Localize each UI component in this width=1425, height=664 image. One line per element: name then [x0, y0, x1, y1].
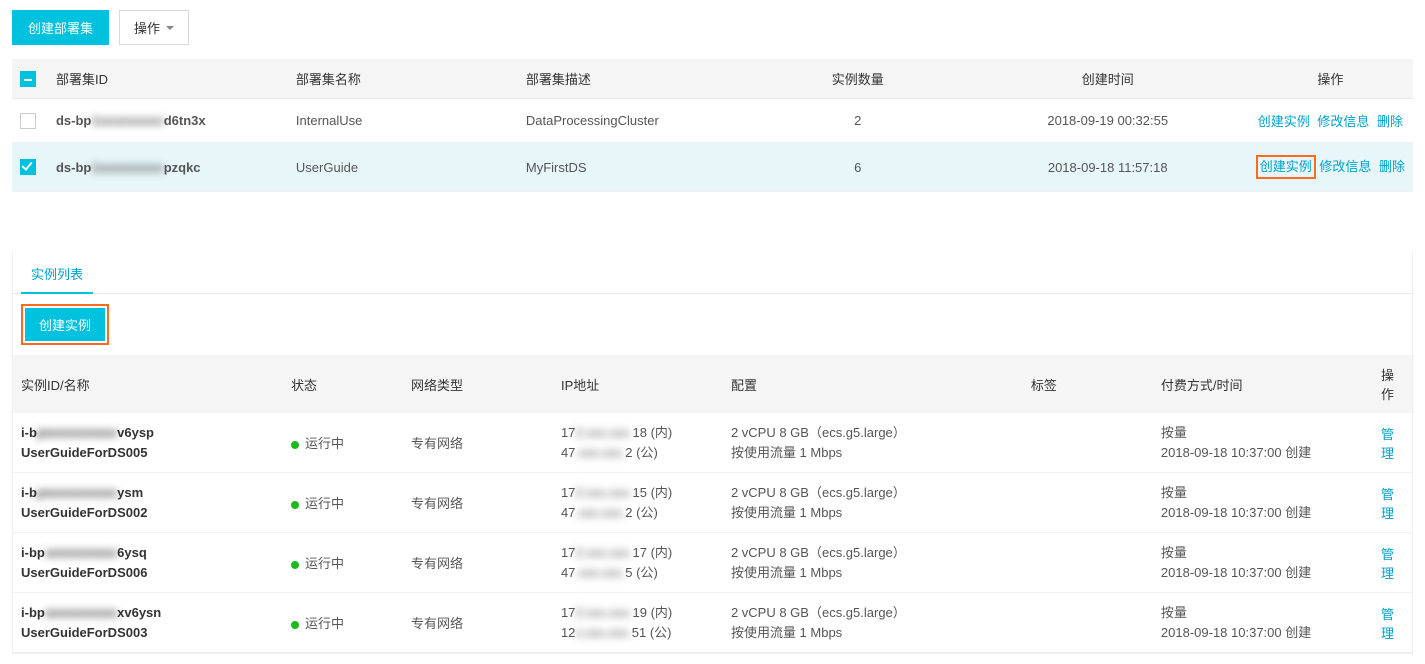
top-toolbar: 创建部署集 操作	[12, 10, 1413, 45]
highlight-box: 创建实例	[21, 304, 109, 345]
inst-nettype-cell: 专有网络	[403, 593, 553, 653]
col-ds-desc: 部署集描述	[518, 59, 748, 99]
inst-tags-cell	[1023, 533, 1153, 593]
table-row: i-bpxxxxxxxxxxxv6ysnUserGuideForDS003运行中…	[13, 593, 1412, 653]
modify-info-link[interactable]: 修改信息	[1317, 114, 1369, 129]
inst-status-cell: 运行中	[283, 593, 403, 653]
create-instance-link[interactable]: 创建实例	[1258, 114, 1310, 129]
row-checkbox[interactable]	[20, 113, 36, 129]
inst-tags-cell	[1023, 413, 1153, 473]
ds-createtime-cell: 2018-09-19 00:32:55	[968, 99, 1248, 143]
inst-ip-cell: 172.xxx.xxx.18 (内)47.xxx.xxx.2 (公)	[553, 413, 723, 473]
table-row: ds-bp1xxxxxxxxxd6tn3x InternalUse DataPr…	[12, 99, 1413, 143]
ds-name-cell: UserGuide	[288, 143, 518, 192]
inst-ops-cell: 管理	[1373, 413, 1412, 473]
col-ds-name: 部署集名称	[288, 59, 518, 99]
inst-ops-cell: 管理	[1373, 473, 1412, 533]
col-ds-count: 实例数量	[748, 59, 968, 99]
inst-paytime-cell: 按量2018-09-18 10:37:00 创建	[1153, 533, 1373, 593]
inst-nettype-cell: 专有网络	[403, 533, 553, 593]
manage-link[interactable]: 管理	[1381, 427, 1394, 461]
ds-ops-cell: 创建实例 修改信息 删除	[1248, 99, 1413, 143]
modify-info-link[interactable]: 修改信息	[1319, 159, 1371, 174]
create-deployment-set-button[interactable]: 创建部署集	[12, 10, 109, 45]
instance-table: 实例ID/名称 状态 网络类型 IP地址 配置 标签 付费方式/时间 操作 i-…	[13, 355, 1412, 653]
ds-name-cell: InternalUse	[288, 99, 518, 143]
create-instance-link[interactable]: 创建实例	[1260, 159, 1312, 174]
col-inst-status: 状态	[283, 355, 403, 413]
inst-config-cell: 2 vCPU 8 GB（ecs.g5.large）按使用流量 1 Mbps	[723, 413, 1023, 473]
status-dot-icon	[291, 501, 299, 509]
inst-paytime-cell: 按量2018-09-18 10:37:00 创建	[1153, 473, 1373, 533]
status-dot-icon	[291, 441, 299, 449]
inst-config-cell: 2 vCPU 8 GB（ecs.g5.large）按使用流量 1 Mbps	[723, 533, 1023, 593]
manage-link[interactable]: 管理	[1381, 607, 1394, 641]
manage-link[interactable]: 管理	[1381, 487, 1394, 521]
table-row: ds-bp1xxxxxxxxxpzqkc UserGuide MyFirstDS…	[12, 143, 1413, 192]
col-inst-idname: 实例ID/名称	[13, 355, 283, 413]
inst-status-cell: 运行中	[283, 413, 403, 473]
deployment-set-table: 部署集ID 部署集名称 部署集描述 实例数量 创建时间 操作 ds-bp1xxx…	[12, 59, 1413, 192]
inst-idname-cell: i-bpxxxxxxxxxxysmUserGuideForDS002	[13, 473, 283, 533]
col-inst-paytime: 付费方式/时间	[1153, 355, 1373, 413]
inst-tags-cell	[1023, 473, 1153, 533]
actions-dropdown[interactable]: 操作	[119, 10, 189, 45]
status-dot-icon	[291, 561, 299, 569]
tab-instance-list[interactable]: 实例列表	[21, 252, 93, 293]
tabs: 实例列表	[13, 252, 1412, 294]
inst-idname-cell: i-bpxxxxxxxxxxv6yspUserGuideForDS005	[13, 413, 283, 473]
col-inst-ip: IP地址	[553, 355, 723, 413]
inst-config-cell: 2 vCPU 8 GB（ecs.g5.large）按使用流量 1 Mbps	[723, 473, 1023, 533]
ds-id-cell: ds-bp1xxxxxxxxxd6tn3x	[48, 99, 288, 143]
ds-ops-cell: 创建实例 修改信息 删除	[1248, 143, 1413, 192]
inst-status-cell: 运行中	[283, 533, 403, 593]
row-checkbox[interactable]	[20, 159, 36, 175]
highlight-box: 创建实例	[1256, 155, 1316, 179]
inst-status-cell: 运行中	[283, 473, 403, 533]
col-ds-createtime: 创建时间	[968, 59, 1248, 99]
inst-nettype-cell: 专有网络	[403, 413, 553, 473]
table-row: i-bpxxxxxxxxxxysmUserGuideForDS002运行中专有网…	[13, 473, 1412, 533]
col-ds-id: 部署集ID	[48, 59, 288, 99]
inst-nettype-cell: 专有网络	[403, 473, 553, 533]
inst-idname-cell: i-bpxxxxxxxxxx6ysqUserGuideForDS006	[13, 533, 283, 593]
table-row: i-bpxxxxxxxxxxv6yspUserGuideForDS005运行中专…	[13, 413, 1412, 473]
inst-ops-cell: 管理	[1373, 533, 1412, 593]
col-inst-config: 配置	[723, 355, 1023, 413]
manage-link[interactable]: 管理	[1381, 547, 1394, 581]
create-instance-button[interactable]: 创建实例	[25, 308, 105, 341]
inst-paytime-cell: 按量2018-09-18 10:37:00 创建	[1153, 593, 1373, 653]
col-inst-ops: 操作	[1373, 355, 1412, 413]
inst-paytime-cell: 按量2018-09-18 10:37:00 创建	[1153, 413, 1373, 473]
actions-label: 操作	[134, 18, 160, 37]
ds-desc-cell: DataProcessingCluster	[518, 99, 748, 143]
delete-link[interactable]: 删除	[1379, 159, 1405, 174]
col-inst-tags: 标签	[1023, 355, 1153, 413]
inst-ip-cell: 172.xxx.xxx.17 (内)47.xxx.xxx.5 (公)	[553, 533, 723, 593]
ds-id-cell: ds-bp1xxxxxxxxxpzqkc	[48, 143, 288, 192]
inst-config-cell: 2 vCPU 8 GB（ecs.g5.large）按使用流量 1 Mbps	[723, 593, 1023, 653]
col-ds-ops: 操作	[1248, 59, 1413, 99]
status-dot-icon	[291, 621, 299, 629]
col-inst-nettype: 网络类型	[403, 355, 553, 413]
ds-createtime-cell: 2018-09-18 11:57:18	[968, 143, 1248, 192]
instance-toolbar: 创建实例	[13, 294, 1412, 355]
inst-idname-cell: i-bpxxxxxxxxxxxv6ysnUserGuideForDS003	[13, 593, 283, 653]
chevron-down-icon	[166, 20, 174, 35]
delete-link[interactable]: 删除	[1377, 114, 1403, 129]
inst-tags-cell	[1023, 593, 1153, 653]
inst-ops-cell: 管理	[1373, 593, 1412, 653]
ds-count-cell: 6	[748, 143, 968, 192]
table-row: i-bpxxxxxxxxxx6ysqUserGuideForDS006运行中专有…	[13, 533, 1412, 593]
inst-ip-cell: 172.xxx.xxx.15 (内)47.xxx.xxx.2 (公)	[553, 473, 723, 533]
ds-desc-cell: MyFirstDS	[518, 143, 748, 192]
select-all-checkbox[interactable]	[20, 71, 36, 87]
inst-ip-cell: 172.xxx.xxx.19 (内)12x.xxx.xxx.51 (公)	[553, 593, 723, 653]
instance-panel: 实例列表 创建实例 实例ID/名称 状态 网络类型 IP地址 配置 标签 付费方…	[12, 252, 1413, 654]
ds-count-cell: 2	[748, 99, 968, 143]
